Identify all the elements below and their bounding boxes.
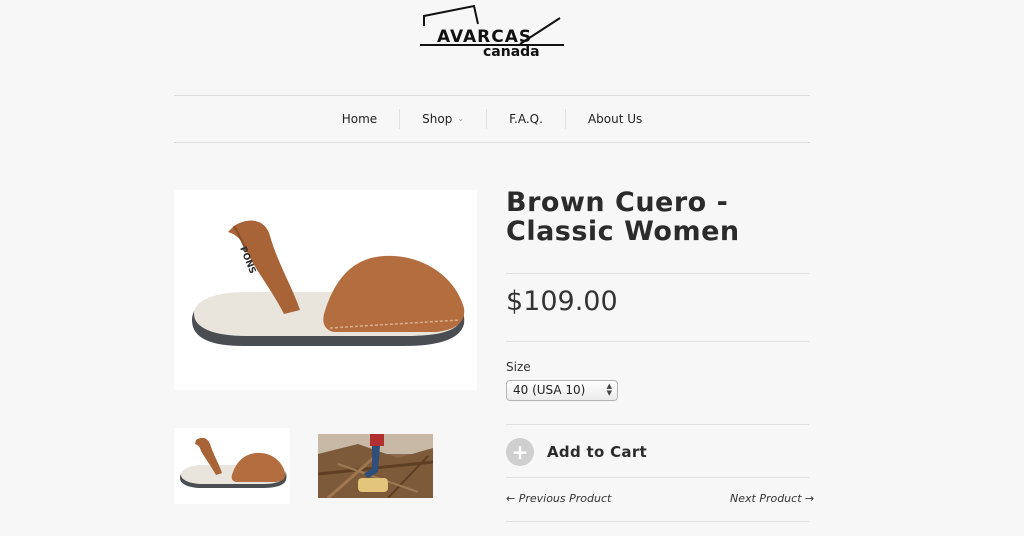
product-main-image[interactable]: PONS xyxy=(174,190,477,390)
select-arrows-icon: ▲ ▼ xyxy=(606,382,612,397)
product-thumbnail-2[interactable] xyxy=(318,434,433,498)
nav-home-label: Home xyxy=(341,112,378,126)
previous-product-link[interactable]: ← Previous Product xyxy=(506,492,611,505)
nav-about-label: About Us xyxy=(587,112,643,126)
nav-shop-label: Shop xyxy=(422,112,453,126)
size-label: Size xyxy=(506,360,531,374)
divider xyxy=(506,477,809,478)
nav-home[interactable]: Home xyxy=(320,109,399,129)
nav-faq-label: F.A.Q. xyxy=(509,112,543,126)
product-price: $109.00 xyxy=(506,286,618,317)
lifestyle-thumbnail-image xyxy=(318,434,433,498)
sandal-thumbnail-image xyxy=(180,437,287,488)
plus-icon: + xyxy=(506,438,534,466)
divider xyxy=(506,273,809,274)
nav-shop[interactable]: Shop ⌄ xyxy=(399,109,486,129)
sandal-image: PONS xyxy=(192,220,465,346)
divider xyxy=(506,521,809,522)
size-selected-value: 40 (USA 10) xyxy=(513,383,586,397)
chevron-down-icon: ⌄ xyxy=(457,114,465,123)
divider xyxy=(506,341,809,342)
product-page: AVARCAS canada Home Shop ⌄ F.A.Q. About U… xyxy=(0,0,1024,536)
nav-faq[interactable]: F.A.Q. xyxy=(486,109,565,129)
site-logo[interactable]: AVARCAS canada xyxy=(416,4,568,64)
size-select[interactable]: 40 (USA 10) ▲ ▼ xyxy=(506,380,618,401)
logo-subtitle: canada xyxy=(483,44,540,60)
add-to-cart-button[interactable]: + Add to Cart xyxy=(506,437,647,467)
next-product-link[interactable]: Next Product → xyxy=(730,492,814,505)
divider xyxy=(506,424,809,425)
product-thumbnail-1[interactable] xyxy=(174,428,290,504)
product-title: Brown Cuero - Classic Women xyxy=(506,187,740,247)
nav-about-us[interactable]: About Us xyxy=(564,109,664,129)
main-navigation: Home Shop ⌄ F.A.Q. About Us xyxy=(174,95,810,143)
add-to-cart-label: Add to Cart xyxy=(547,443,648,461)
